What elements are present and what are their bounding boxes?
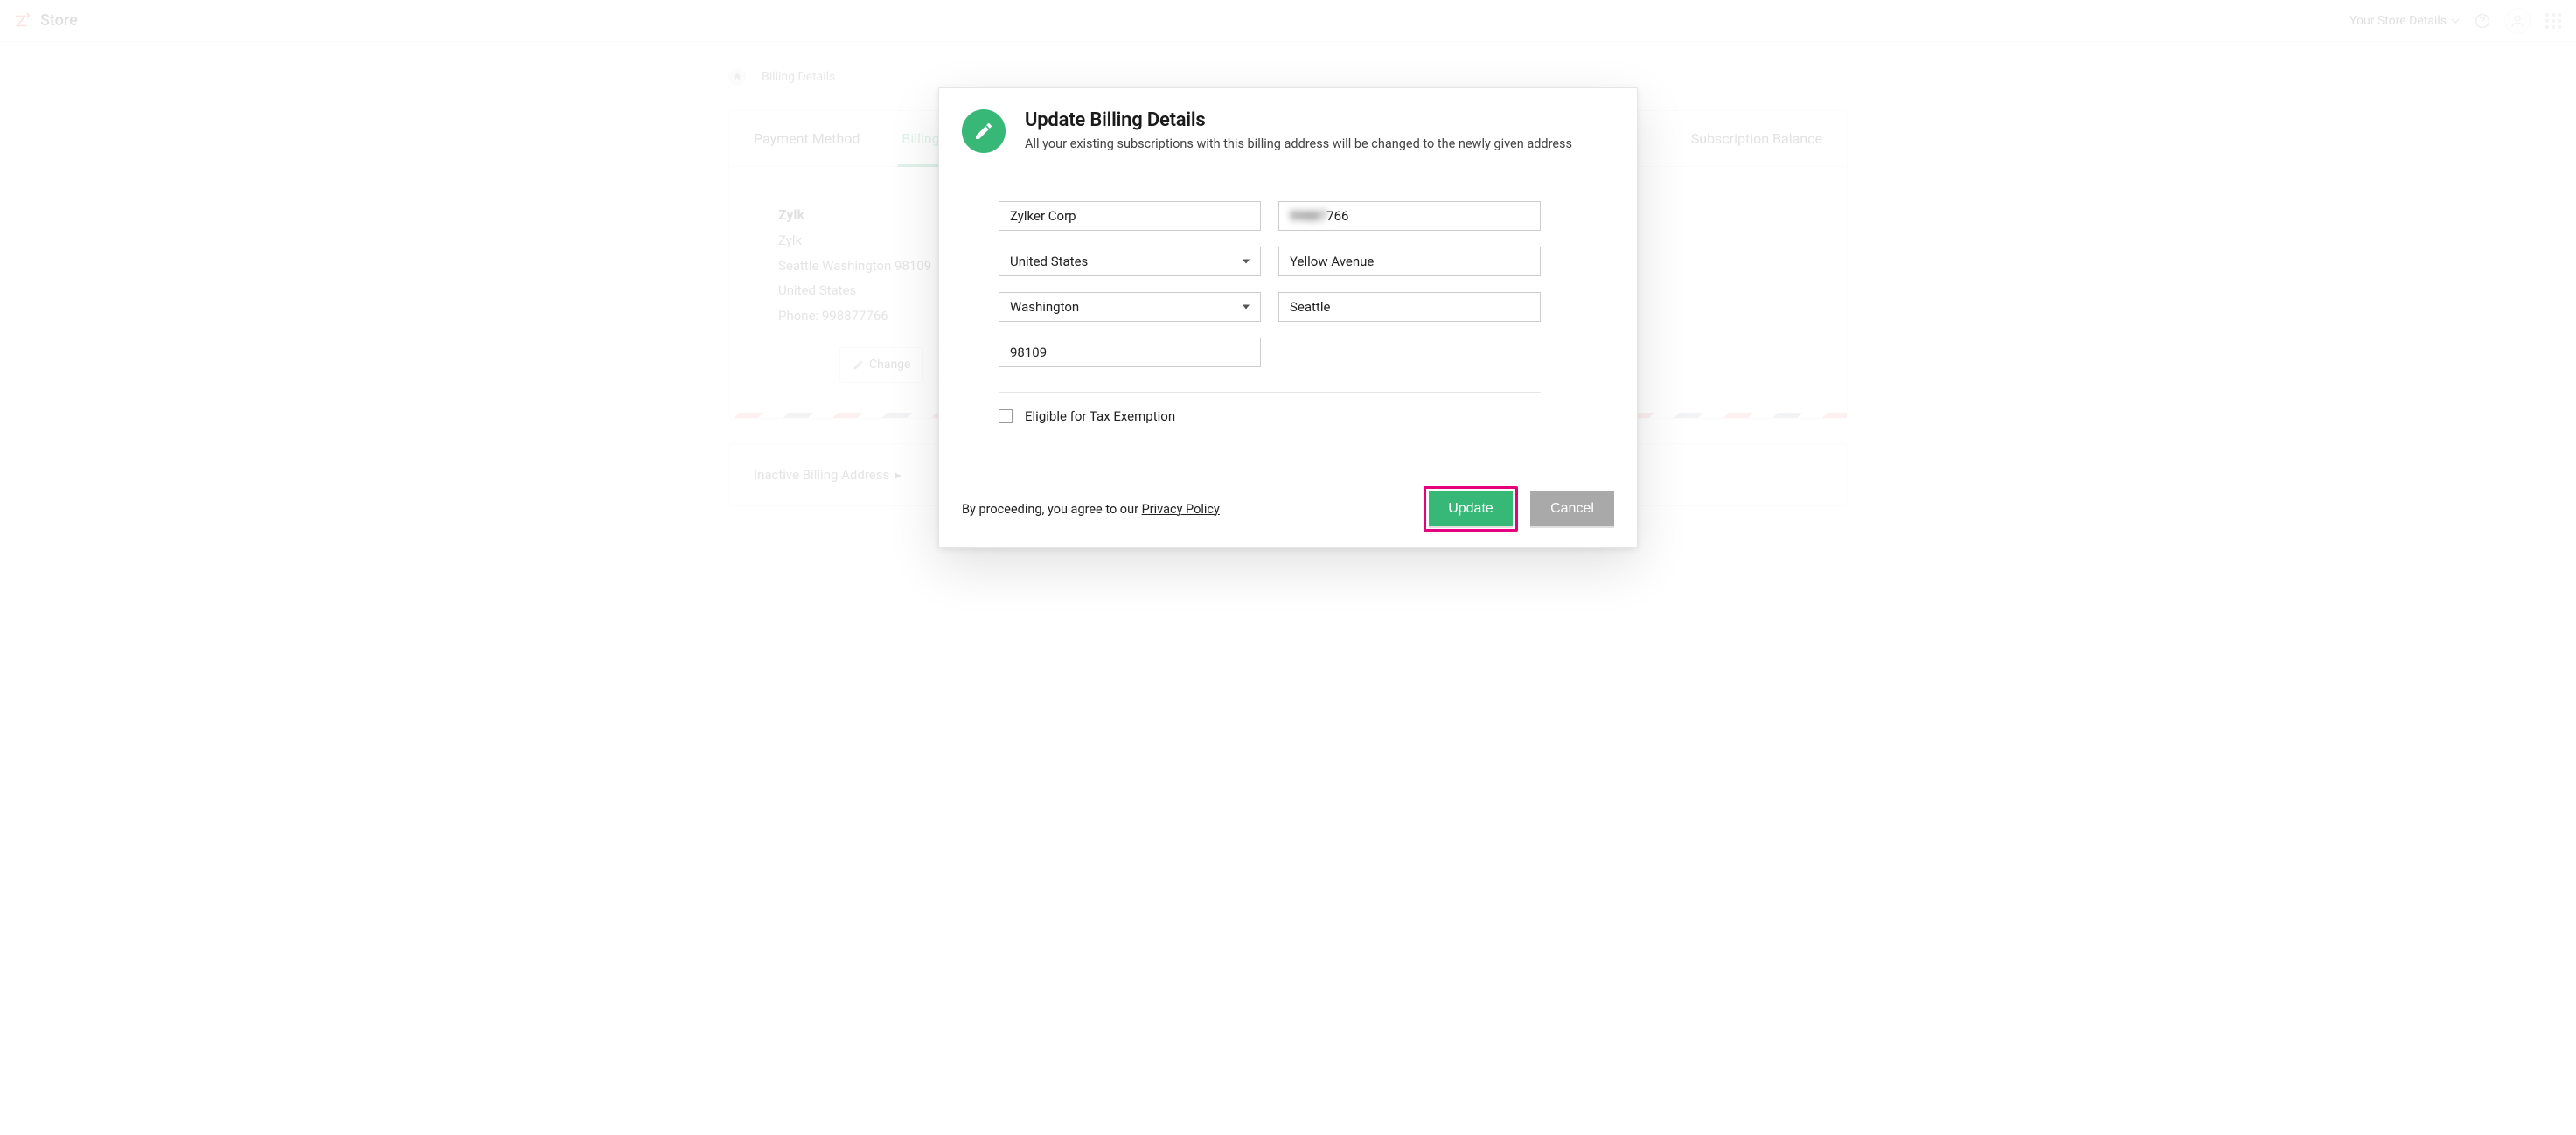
tax-exemption-row[interactable]: Eligible for Tax Exemption bbox=[999, 408, 1607, 463]
phone-field[interactable]: 99887766 bbox=[1278, 201, 1541, 231]
city-value: Seattle bbox=[1290, 299, 1330, 315]
modal-title: Update Billing Details bbox=[1025, 109, 1572, 131]
tax-exemption-checkbox[interactable] bbox=[999, 409, 1013, 423]
modal-header: Update Billing Details All your existing… bbox=[939, 88, 1637, 171]
street-value: Yellow Avenue bbox=[1290, 254, 1374, 269]
modal-subtitle: All your existing subscriptions with thi… bbox=[1025, 136, 1572, 151]
legal-prefix: By proceeding, you agree to our bbox=[962, 502, 1142, 517]
city-field[interactable]: Seattle bbox=[1278, 292, 1541, 322]
edit-icon bbox=[962, 109, 1006, 153]
phone-hidden: 99887 bbox=[1290, 208, 1326, 224]
privacy-policy-link[interactable]: Privacy Policy bbox=[1142, 502, 1220, 517]
zip-value: 98109 bbox=[1010, 345, 1047, 360]
tax-exemption-label: Eligible for Tax Exemption bbox=[1025, 408, 1175, 424]
modal-footer: By proceeding, you agree to our Privacy … bbox=[939, 470, 1637, 547]
modal-overlay: Update Billing Details All your existing… bbox=[0, 0, 2576, 1135]
update-billing-modal: Update Billing Details All your existing… bbox=[938, 87, 1638, 548]
legal-text: By proceeding, you agree to our Privacy … bbox=[962, 502, 1220, 517]
company-value: Zylker Corp bbox=[1010, 208, 1076, 224]
zip-field[interactable]: 98109 bbox=[999, 338, 1261, 367]
company-field[interactable]: Zylker Corp bbox=[999, 201, 1261, 231]
cancel-button[interactable]: Cancel bbox=[1530, 491, 1614, 526]
update-button[interactable]: Update bbox=[1429, 491, 1513, 526]
divider bbox=[999, 392, 1541, 393]
street-field[interactable]: Yellow Avenue bbox=[1278, 247, 1541, 276]
country-value: United States bbox=[1010, 254, 1088, 269]
phone-visible: 766 bbox=[1326, 208, 1348, 224]
highlight-ring: Update bbox=[1424, 486, 1518, 532]
state-select[interactable]: Washington bbox=[999, 292, 1261, 322]
country-select[interactable]: United States bbox=[999, 247, 1261, 276]
state-value: Washington bbox=[1010, 299, 1079, 315]
modal-body: Zylker Corp 99887766 United States Yello… bbox=[939, 171, 1637, 470]
